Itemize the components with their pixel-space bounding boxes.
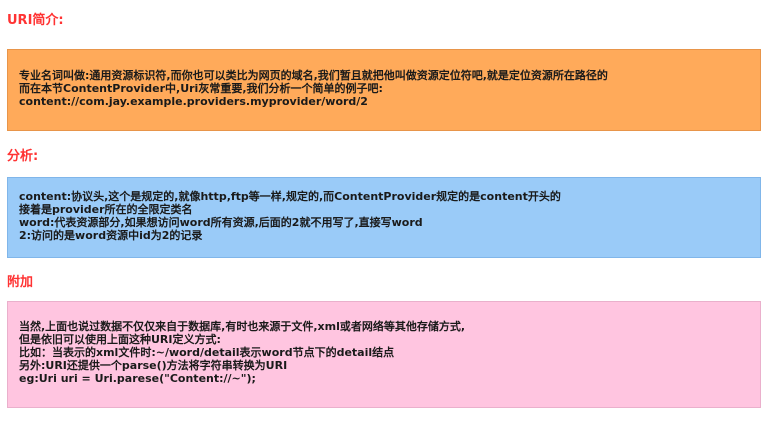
analysis-line-2: 接着是provider所在的全限定类名	[19, 203, 193, 216]
appendix-line-1: 当然,上面也说过数据不仅仅来自于数据库,有时也来源于文件,xml或者网络等其他存…	[19, 320, 466, 333]
uri-intro-line-1: 专业名词叫做:通用资源标识符,而你也可以类比为网页的域名,我们暂且就把他叫做资源…	[19, 69, 608, 82]
uri-intro-line-3: content://com.jay.example.providers.mypr…	[19, 95, 368, 108]
appendix-box: 当然,上面也说过数据不仅仅来自于数据库,有时也来源于文件,xml或者网络等其他存…	[7, 301, 761, 408]
appendix-line-3: 比如：当表示的xml文件时:~/word/detail表示word节点下的det…	[19, 346, 395, 359]
section-heading-uri-intro: URI简介:	[7, 13, 64, 28]
appendix-line-5: eg:Uri uri = Uri.parese("Content://~");	[19, 372, 256, 385]
section-heading-analysis: 分析:	[7, 149, 39, 164]
appendix-line-4: 另外:URI还提供一个parse()方法将字符串转换为URI	[19, 359, 288, 372]
appendix-line-2: 但是依旧可以使用上面这种URI定义方式:	[19, 333, 221, 346]
analysis-line-3: word:代表资源部分,如果想访问word所有资源,后面的2就不用写了,直接写w…	[19, 216, 423, 229]
analysis-line-1: content:协议头,这个是规定的,就像http,ftp等一样,规定的,而Co…	[19, 190, 561, 203]
uri-intro-box: 专业名词叫做:通用资源标识符,而你也可以类比为网页的域名,我们暂且就把他叫做资源…	[7, 49, 761, 131]
analysis-line-4: 2:访问的是word资源中id为2的记录	[19, 229, 203, 242]
section-heading-appendix: 附加	[7, 275, 34, 290]
uri-intro-line-2: 而在本节ContentProvider中,Uri灰常重要,我们分析一个简单的例子…	[19, 82, 383, 95]
analysis-box: content:协议头,这个是规定的,就像http,ftp等一样,规定的,而Co…	[7, 177, 761, 258]
